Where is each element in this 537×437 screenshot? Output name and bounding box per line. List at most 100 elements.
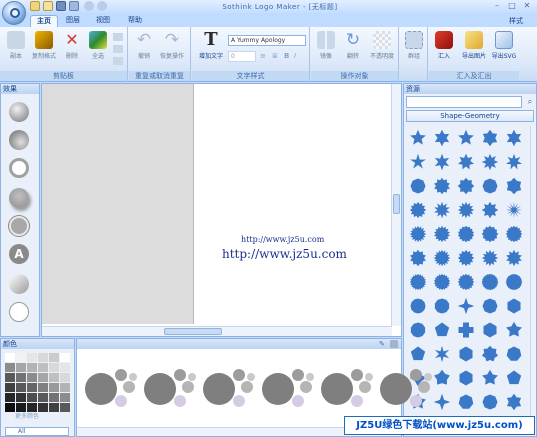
paste-icon[interactable]: [113, 57, 123, 65]
app-menu-button[interactable]: [2, 1, 26, 25]
shape-item[interactable]: [502, 342, 526, 366]
shape-item[interactable]: [502, 390, 526, 414]
shape-item[interactable]: [430, 294, 454, 318]
shape-item[interactable]: [502, 126, 526, 150]
shape-item[interactable]: [502, 198, 526, 222]
shape-item[interactable]: [454, 150, 478, 174]
color-swatch[interactable]: [5, 403, 15, 412]
color-swatch[interactable]: [60, 373, 70, 382]
color-swatch[interactable]: [5, 383, 15, 392]
color-swatch[interactable]: [16, 393, 26, 402]
export-svg-button[interactable]: 导出SVG: [489, 31, 519, 60]
color-swatch[interactable]: [38, 403, 48, 412]
shape-item[interactable]: [478, 318, 502, 342]
shape-item[interactable]: [478, 294, 502, 318]
delete-button[interactable]: ✕ 删除: [59, 31, 85, 61]
select-all-button[interactable]: 全选: [85, 31, 111, 60]
shape-item[interactable]: [454, 342, 478, 366]
shape-item[interactable]: [478, 390, 502, 414]
italic-icon[interactable]: I: [294, 52, 302, 61]
shape-item[interactable]: [430, 222, 454, 246]
undo-button[interactable]: ↶ 撤销: [131, 31, 157, 60]
shape-item[interactable]: [478, 246, 502, 270]
shape-item[interactable]: [430, 270, 454, 294]
style-menu[interactable]: 样式: [509, 16, 523, 26]
shape-item[interactable]: [478, 270, 502, 294]
shape-item[interactable]: [454, 390, 478, 414]
shape-item[interactable]: [478, 342, 502, 366]
shape-item[interactable]: [406, 270, 430, 294]
color-swatch[interactable]: [49, 383, 59, 392]
shape-item[interactable]: [478, 150, 502, 174]
color-swatch[interactable]: [27, 383, 37, 392]
effect-border[interactable]: [9, 216, 29, 236]
align-left-icon[interactable]: ≣: [272, 52, 282, 61]
color-swatch[interactable]: [49, 363, 59, 372]
style-preset[interactable]: [321, 361, 377, 409]
redo-button[interactable]: ↷ 恢复操作: [159, 31, 185, 60]
mirror-button[interactable]: 镜像: [313, 31, 339, 60]
style-preset[interactable]: [380, 361, 436, 409]
shape-item[interactable]: [454, 246, 478, 270]
tab-view[interactable]: 视图: [90, 15, 116, 27]
color-swatch[interactable]: [5, 373, 15, 382]
font-select[interactable]: A Yummy Apology: [228, 35, 306, 46]
color-swatch[interactable]: [27, 393, 37, 402]
shape-item[interactable]: [406, 294, 430, 318]
effect-inner-shadow[interactable]: [9, 130, 29, 150]
effect-text-letter-a[interactable]: A: [9, 244, 29, 264]
color-swatch[interactable]: [16, 373, 26, 382]
shape-item[interactable]: [478, 198, 502, 222]
color-swatch[interactable]: [60, 363, 70, 372]
shape-item[interactable]: [454, 222, 478, 246]
shape-item[interactable]: [454, 126, 478, 150]
undo-quick-icon[interactable]: [84, 1, 94, 11]
canvas-horizontal-scroll-thumb[interactable]: [164, 328, 222, 335]
shape-item[interactable]: [406, 126, 430, 150]
shape-item[interactable]: [478, 174, 502, 198]
shape-item[interactable]: [478, 222, 502, 246]
color-swatch[interactable]: [16, 363, 26, 372]
color-swatch[interactable]: [27, 363, 37, 372]
save-icon[interactable]: [56, 1, 66, 11]
color-swatch[interactable]: [49, 353, 59, 362]
redo-quick-icon[interactable]: [97, 1, 107, 11]
effect-gradient[interactable]: [9, 274, 29, 294]
shape-item[interactable]: [406, 222, 430, 246]
bold-icon[interactable]: B: [284, 52, 292, 61]
resource-search-input[interactable]: [406, 96, 522, 108]
shape-item[interactable]: [430, 174, 454, 198]
shape-item[interactable]: [502, 366, 526, 390]
canvas-horizontal-scrollbar[interactable]: [42, 326, 392, 336]
effect-outline[interactable]: [9, 158, 29, 178]
shape-item[interactable]: [454, 174, 478, 198]
canvas-vertical-scrollbar[interactable]: [391, 84, 401, 326]
new-file-icon[interactable]: [30, 1, 40, 11]
shape-item[interactable]: [502, 174, 526, 198]
color-swatch[interactable]: [60, 353, 70, 362]
search-icon[interactable]: ⌕: [525, 97, 535, 107]
shape-item[interactable]: [430, 150, 454, 174]
effect-bevel[interactable]: [9, 102, 29, 122]
group-button[interactable]: 群组: [401, 31, 427, 60]
copy-format-button[interactable]: 复制格式: [31, 31, 57, 60]
shape-item[interactable]: [430, 246, 454, 270]
align-icon[interactable]: ≡: [260, 52, 270, 61]
more-colors-link[interactable]: 更多颜色: [15, 411, 39, 420]
font-size-input[interactable]: 0: [228, 51, 256, 62]
shape-item[interactable]: [478, 126, 502, 150]
shape-item[interactable]: [406, 150, 430, 174]
shape-item[interactable]: [454, 318, 478, 342]
shape-item[interactable]: [502, 150, 526, 174]
color-swatch[interactable]: [38, 363, 48, 372]
color-swatch[interactable]: [60, 403, 70, 412]
color-swatch[interactable]: [38, 353, 48, 362]
color-swatch[interactable]: [38, 393, 48, 402]
shape-item[interactable]: [430, 318, 454, 342]
shape-item[interactable]: [502, 294, 526, 318]
minimize-icon[interactable]: –: [490, 1, 504, 11]
shape-item[interactable]: [454, 294, 478, 318]
tab-help[interactable]: 帮助: [122, 15, 148, 27]
color-swatch[interactable]: [60, 383, 70, 392]
color-swatch[interactable]: [27, 373, 37, 382]
